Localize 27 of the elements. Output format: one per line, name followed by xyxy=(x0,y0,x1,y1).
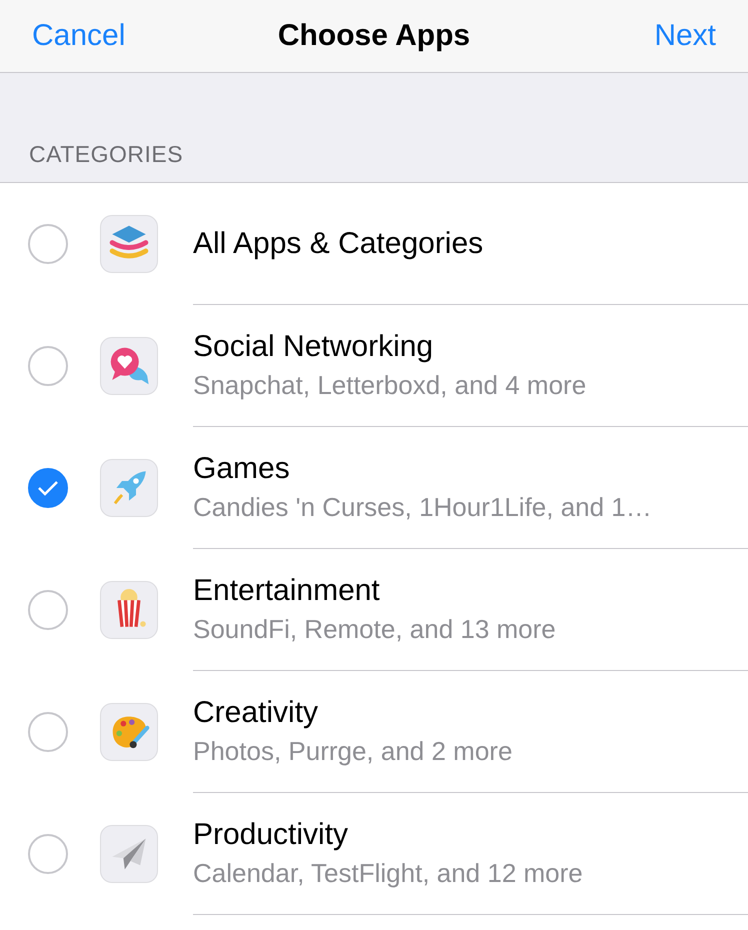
category-title: All Apps & Categories xyxy=(193,226,484,260)
category-apps: SoundFi, Remote, and 13 more xyxy=(193,614,557,645)
category-title: Games xyxy=(193,452,291,486)
radio-button[interactable] xyxy=(28,834,68,874)
radio-button[interactable] xyxy=(28,590,68,630)
category-title: Creativity xyxy=(193,696,320,730)
category-apps: Calendar, TestFlight, and 12 more xyxy=(193,858,584,889)
popcorn-icon xyxy=(100,581,158,639)
next-button[interactable]: Next xyxy=(654,19,716,53)
radio-button[interactable] xyxy=(28,224,68,264)
radio-button[interactable] xyxy=(28,346,68,386)
category-title: Social Networking xyxy=(193,330,434,364)
category-apps: Photos, Purrge, and 2 more xyxy=(193,736,514,767)
layers-icon xyxy=(100,215,158,273)
paper-plane-icon xyxy=(100,825,158,883)
checkmark-icon xyxy=(37,480,59,496)
category-apps: Snapchat, Letterboxd, and 4 more xyxy=(193,370,588,401)
rocket-icon xyxy=(100,459,158,517)
radio-button[interactable] xyxy=(28,712,68,752)
cancel-button[interactable]: Cancel xyxy=(32,19,126,53)
section-header: CATEGORIES xyxy=(29,141,184,168)
category-title: Productivity xyxy=(193,818,350,852)
category-apps: Candies 'n Curses, 1Hour1Life, and 1… xyxy=(193,492,653,523)
palette-icon xyxy=(100,703,158,761)
screen-title: Choose Apps xyxy=(278,19,470,53)
radio-button[interactable] xyxy=(28,468,68,508)
category-title: Entertainment xyxy=(193,574,381,608)
